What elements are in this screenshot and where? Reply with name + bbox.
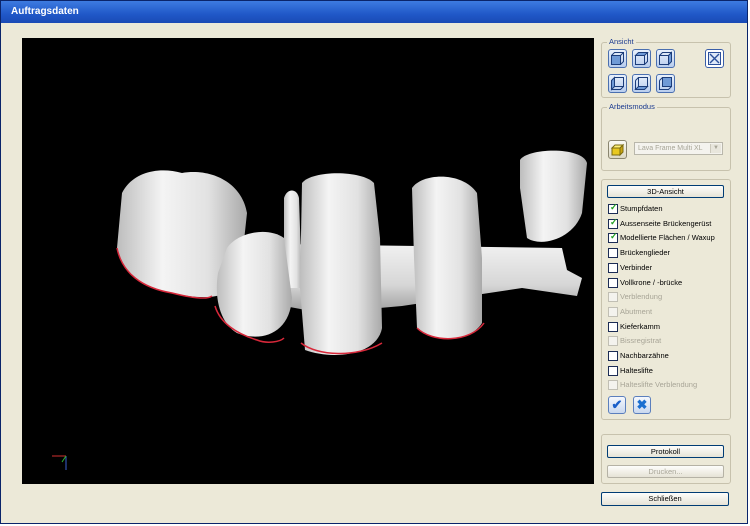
layer-checkbox[interactable]: ✓ xyxy=(608,231,618,244)
layer-checkbox-row[interactable]: ✓ Modellierte Flächen / Waxup xyxy=(608,231,728,244)
layer-label: Stumpfdaten xyxy=(620,204,663,213)
reset-button[interactable]: ✖ xyxy=(633,396,651,414)
layer-checkbox xyxy=(608,380,618,391)
layer-label: Vollkrone / -brücke xyxy=(620,277,683,287)
print-button[interactable]: Drucken... xyxy=(607,465,724,478)
layer-checkbox-row[interactable]: ✓ Aussenseite Brückengerüst xyxy=(608,216,728,230)
layer-checkbox-row: Halteslifte Verblendung xyxy=(608,380,728,391)
layer-checkbox[interactable] xyxy=(608,321,618,332)
layer-checkbox[interactable] xyxy=(608,248,618,259)
layer-checkbox-row[interactable]: Halteslifte xyxy=(608,365,728,377)
view-right-icon xyxy=(659,51,672,66)
layer-checkbox-row[interactable]: Kieferkamm xyxy=(608,321,728,333)
close-button[interactable]: Schließen xyxy=(601,492,729,506)
window-title: Auftragsdaten xyxy=(11,6,79,17)
layer-checkbox-row[interactable]: Nachbarzähne xyxy=(608,351,728,362)
crown-right xyxy=(412,176,482,339)
fit-to-window-icon xyxy=(708,52,721,65)
abutment-far-right xyxy=(520,150,587,242)
layer-checkbox-row: Bissregistrat xyxy=(608,336,728,347)
layer-label: Kieferkamm xyxy=(620,321,661,331)
layer-label: Halteslifte Verblendung xyxy=(620,380,698,390)
view-top-icon xyxy=(634,52,649,65)
layer-checkbox-row[interactable]: ✓ Stumpfdaten xyxy=(608,202,728,215)
view-back-icon xyxy=(659,77,672,90)
cancel-x-icon: ✖ xyxy=(636,397,648,412)
layer-label: Verbinder xyxy=(620,262,653,272)
layer-checkbox[interactable] xyxy=(608,365,618,376)
work-mode-panel-title: Arbeitsmodus xyxy=(607,102,657,111)
layer-label: Nachbarzähne xyxy=(620,351,669,360)
layer-label: Abutment xyxy=(620,306,653,316)
view-back-button[interactable] xyxy=(656,74,675,93)
layer-label: Brückenglieder xyxy=(620,248,671,258)
material-select[interactable]: Lava Frame Multi XL ▼ xyxy=(634,142,723,155)
checkmark-icon: ✔ xyxy=(611,397,623,412)
layer-checkbox-row[interactable]: Brückenglieder xyxy=(608,248,728,259)
fit-to-window-button[interactable] xyxy=(705,49,724,68)
work-mode-panel: Arbeitsmodus xyxy=(601,102,731,171)
layer-checkbox[interactable] xyxy=(608,262,618,273)
title-bar: Auftragsdaten xyxy=(1,1,747,23)
crown-center xyxy=(300,173,382,355)
material-block-icon xyxy=(610,143,625,157)
view-bottom-icon xyxy=(634,77,649,90)
layer-checkbox xyxy=(608,306,618,317)
view-left-icon xyxy=(611,76,624,91)
layer-checkbox[interactable]: ✓ xyxy=(608,216,618,229)
layer-label: Bissregistrat xyxy=(620,336,662,346)
view-front-icon xyxy=(611,52,624,65)
layer-checkbox[interactable] xyxy=(608,351,618,361)
layer-checkbox-row[interactable]: Verbinder xyxy=(608,262,728,274)
view-top-button[interactable] xyxy=(632,49,651,68)
layer-label: Verblendung xyxy=(620,292,663,302)
chevron-down-icon: ▼ xyxy=(710,144,721,153)
layer-checkbox[interactable]: ✓ xyxy=(608,202,618,214)
view-right-button[interactable] xyxy=(656,49,675,68)
layer-checkbox xyxy=(608,292,618,303)
view-left-button[interactable] xyxy=(608,74,627,93)
layer-checkbox[interactable] xyxy=(608,277,618,288)
material-select-value: Lava Frame Multi XL xyxy=(638,145,703,152)
dialog-window: Auftragsdaten Ansicht Arbeitsmodus Lava … xyxy=(0,0,748,524)
checkmark-icon: ✓ xyxy=(610,202,618,212)
3d-view-button[interactable]: 3D-Ansicht xyxy=(607,185,724,198)
view-front-button[interactable] xyxy=(608,49,627,68)
crown-premolar xyxy=(216,231,292,337)
layer-label: Aussenseite Brückengerüst xyxy=(620,218,712,228)
3d-viewport[interactable] xyxy=(22,38,594,484)
layer-label: Halteslifte xyxy=(620,365,653,375)
material-button[interactable] xyxy=(608,140,627,159)
layer-label: Modellierte Flächen / Waxup xyxy=(620,233,715,243)
apply-button[interactable]: ✔ xyxy=(608,396,626,414)
protocol-button[interactable]: Protokoll xyxy=(607,445,724,458)
view-panel-title: Ansicht xyxy=(607,37,636,46)
layer-checkbox-row: Verblendung xyxy=(608,292,728,303)
checkmark-icon: ✓ xyxy=(610,231,618,242)
bridge-model-render[interactable] xyxy=(22,38,594,484)
view-bottom-button[interactable] xyxy=(632,74,651,93)
layer-checkbox-row: Abutment xyxy=(608,306,728,318)
layer-checkbox-row[interactable]: Vollkrone / -brücke xyxy=(608,277,728,289)
axis-gizmo xyxy=(52,455,67,470)
layer-checkbox xyxy=(608,336,618,347)
checkmark-icon: ✓ xyxy=(610,216,618,227)
